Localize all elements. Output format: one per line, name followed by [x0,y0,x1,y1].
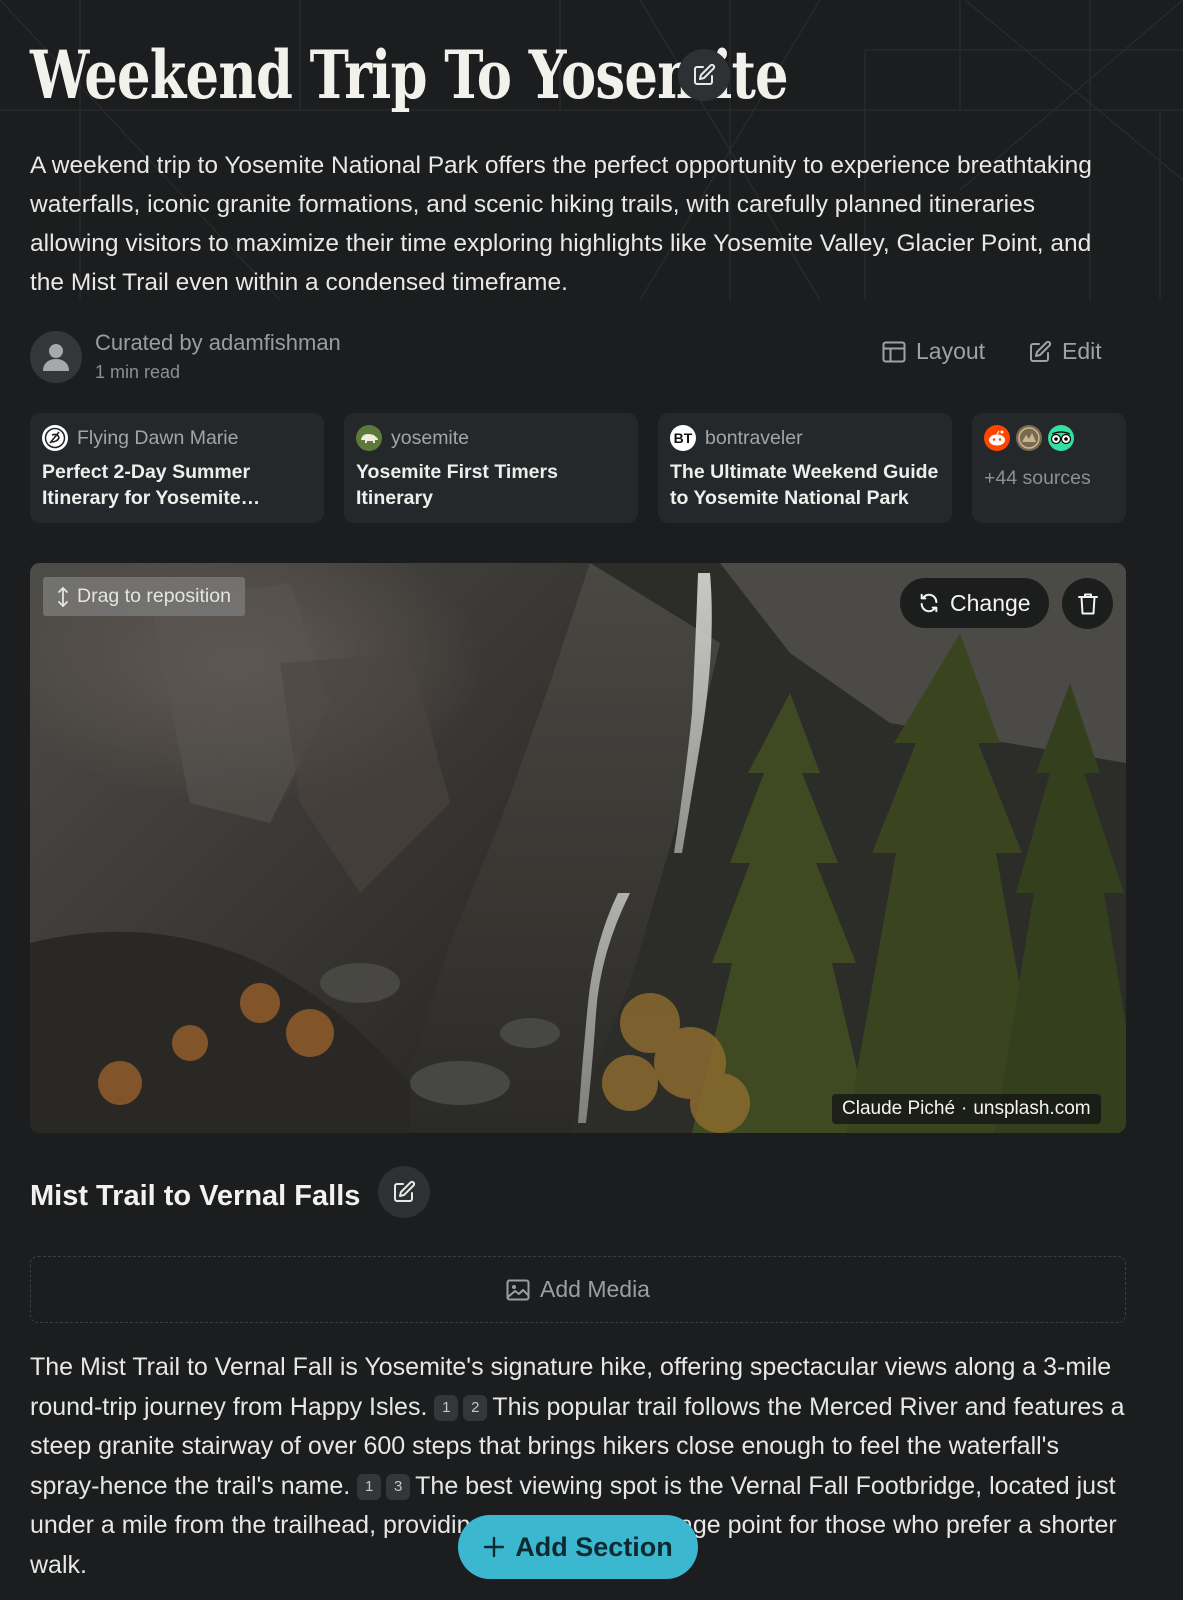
citation-badge[interactable]: 2 [463,1394,488,1421]
source-name: bontraveler [705,426,803,449]
credit-author: Claude Piché [842,1098,956,1119]
citation-badge[interactable]: 1 [357,1473,382,1500]
read-time: 1 min read [95,362,181,382]
avatar[interactable] [30,331,82,383]
citation-badge[interactable]: 3 [386,1473,411,1500]
author-row: Curated by adamfishman 1 min read Layout… [30,328,1126,386]
citation-badge[interactable]: 1 [434,1394,459,1421]
tripadvisor-icon [1048,425,1074,451]
credit-site: unsplash.com [973,1098,1091,1119]
layout-label: Layout [916,338,986,364]
source-card[interactable]: BT bontraveler The Ultimate Weekend Guid… [658,413,952,523]
page-title: Weekend Trip To Yosemite [30,36,789,114]
change-image-button[interactable]: Change [900,578,1049,628]
pencil-square-icon [694,63,716,85]
yosemite-bear-logo-icon [356,425,382,451]
add-section-button[interactable]: Add Section [458,1515,698,1579]
reddit-icon [984,425,1010,451]
vertical-arrows-icon [58,586,68,607]
trash-icon [1077,593,1098,614]
source-title: Perfect 2-Day Summer Itinerary for Yosem… [42,461,261,509]
page-summary: A weekend trip to Yosemite National Park… [30,152,1092,296]
section-header: Mist Trail to Vernal Falls [30,1166,430,1218]
curated-by-text: Curated by adamfishman [95,330,341,355]
drag-to-reposition-handle[interactable]: Drag to reposition [43,577,245,616]
plus-icon [484,1536,505,1558]
more-sources-card[interactable]: +44 sources [972,413,1126,523]
add-media-button[interactable]: Add Media [30,1256,1126,1323]
image-icon [506,1279,530,1300]
pencil-square-icon [1030,340,1052,362]
credit-separator: · [961,1098,968,1119]
more-sources-count: +44 sources [984,467,1091,489]
source-card[interactable]: Flying Dawn Marie Perfect 2-Day Summer I… [30,413,324,523]
title-row: Weekend Trip To Yosemite [30,30,800,120]
section-title: Mist Trail to Vernal Falls [30,1180,361,1212]
source-cards: Flying Dawn Marie Perfect 2-Day Summer I… [30,413,1126,523]
bt-logo-icon: BT [670,425,696,451]
layout-button[interactable]: Layout [882,338,985,365]
layout-icon [882,341,906,362]
edit-button[interactable]: Edit [1028,338,1102,365]
source-title: Yosemite First Timers Itinerary [356,461,558,509]
photo-credit[interactable]: Claude Piché · unsplash.com [832,1094,1101,1124]
add-media-label: Add Media [540,1276,650,1302]
edit-title-button[interactable] [678,49,730,101]
add-section-label: Add Section [515,1531,673,1562]
hero-image[interactable]: Drag to reposition Change Claude Piché ·… [30,563,1126,1133]
waterfall-photo [30,563,1126,1133]
edit-label: Edit [1062,338,1102,364]
nps-icon [1016,425,1042,451]
user-icon [43,344,69,371]
source-card[interactable]: yosemite Yosemite First Timers Itinerary [344,413,638,523]
source-title: The Ultimate Weekend Guide to Yosemite N… [670,461,939,509]
refresh-icon [920,593,938,613]
source-name: Flying Dawn Marie [77,426,239,449]
delete-image-button[interactable] [1062,578,1113,629]
change-label: Change [950,589,1031,616]
flying-dawn-logo-icon [42,425,68,451]
source-name: yosemite [391,426,470,449]
pencil-square-icon [394,1180,416,1202]
edit-section-button[interactable] [378,1166,430,1218]
drag-label: Drag to reposition [77,585,231,607]
